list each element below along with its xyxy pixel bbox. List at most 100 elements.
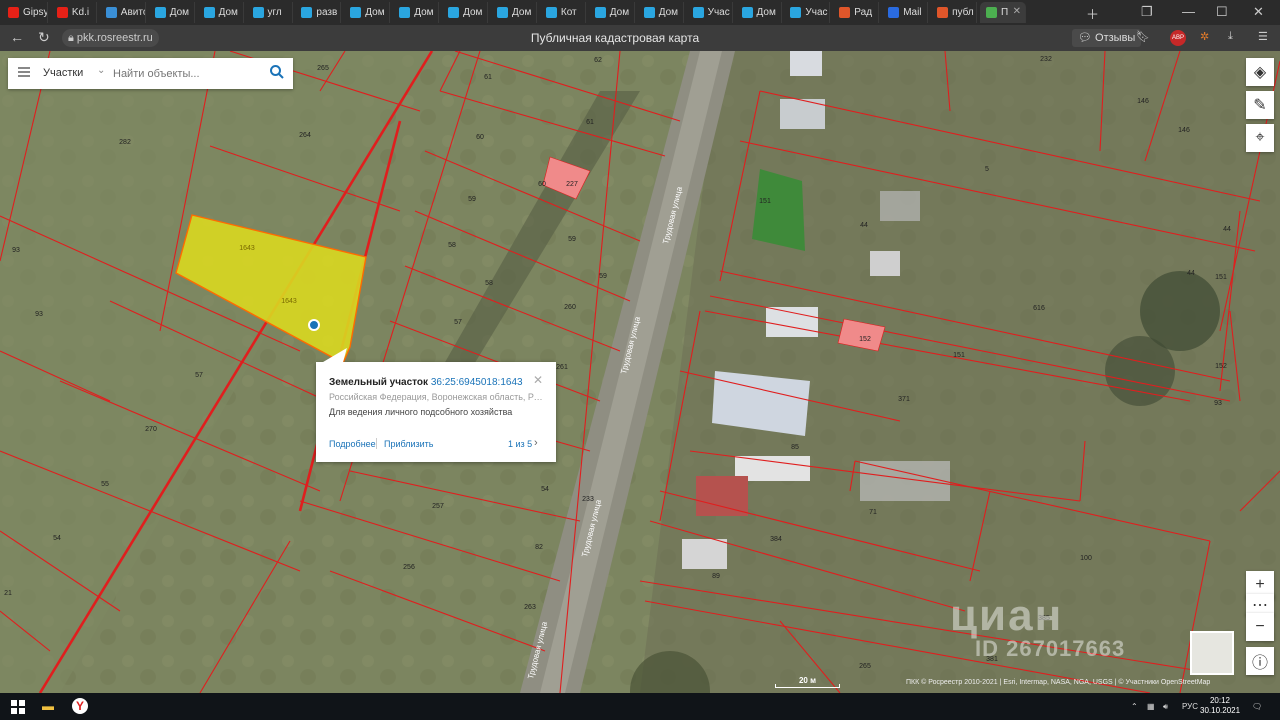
plot-number-label: 152	[1215, 363, 1227, 370]
volume-icon[interactable]: 🔊︎	[1163, 702, 1168, 712]
close-window-icon[interactable]: ✕	[1253, 4, 1264, 20]
new-tab-icon[interactable]: ＋	[1086, 4, 1099, 23]
plot-number-label: 85	[791, 444, 799, 451]
hamburger-menu-icon[interactable]	[18, 67, 30, 77]
tab-favicon-icon	[350, 7, 362, 18]
browser-tab[interactable]: Дом	[198, 2, 244, 23]
browser-tab[interactable]: Дом	[149, 2, 195, 23]
browser-tab[interactable]: Кот	[540, 2, 586, 23]
reviews-label: Отзывы	[1095, 32, 1136, 44]
menu-icon[interactable]: ☰	[1258, 30, 1268, 43]
yandex-browser-icon[interactable]: Y	[72, 698, 88, 714]
zoom-out-button[interactable]: −	[1246, 613, 1274, 641]
tab-favicon-icon	[252, 7, 264, 18]
plot-number-label: 82	[535, 544, 543, 551]
plot-number-label: 263	[524, 604, 536, 611]
adblock-icon[interactable]: ABP	[1170, 30, 1186, 46]
plot-number-label: 58	[448, 242, 456, 249]
plot-number-label: 1643	[239, 245, 255, 252]
plot-number-label: 384	[770, 536, 782, 543]
browser-tab[interactable]: Дом	[589, 2, 635, 23]
browser-tab[interactable]: Kd.i	[51, 2, 97, 23]
tab-favicon-icon	[56, 7, 68, 18]
plot-number-label: 264	[299, 132, 311, 139]
tab-favicon-icon	[692, 7, 704, 18]
page-title: Публичная кадастровая карта	[530, 31, 700, 45]
browser-tab[interactable]: Учас	[687, 2, 733, 23]
tab-label: Учас	[805, 7, 828, 18]
zoom-to-link[interactable]: Приблизить	[384, 439, 434, 449]
plot-number-label: 59	[568, 236, 576, 243]
info-icon[interactable]: ⓘ	[1246, 647, 1274, 675]
ruler-icon[interactable]: ✎	[1246, 91, 1274, 119]
minimap[interactable]	[1190, 631, 1234, 675]
browser-tab[interactable]: Дом	[442, 2, 489, 23]
browser-tab[interactable]: Mail	[882, 2, 929, 23]
cadastral-number-link[interactable]: 36:25:6945018:1643	[431, 377, 523, 388]
plot-number-label: 5	[985, 166, 989, 173]
clock[interactable]: 20:12 30.10.2021	[1200, 696, 1240, 716]
plot-number-label: 61	[484, 74, 492, 81]
browser-tab[interactable]: Авито	[100, 2, 146, 23]
browser-tab[interactable]: разв	[295, 2, 342, 23]
popup-title-text: Земельный участок	[329, 377, 429, 388]
layer-select[interactable]: Участки	[43, 67, 83, 79]
tab-favicon-icon	[399, 7, 411, 18]
plot-number-label: 261	[556, 364, 568, 371]
tab-favicon-icon	[497, 7, 508, 18]
popup-title: Земельный участок 36:25:6945018:1643	[329, 377, 523, 388]
plot-number-label: 151	[759, 198, 771, 205]
tab-favicon-icon	[986, 7, 997, 18]
locate-icon[interactable]: ⌖	[1246, 124, 1274, 152]
plot-number-label: 265	[317, 65, 329, 72]
tab-favicon-icon	[8, 7, 19, 18]
map-canvas[interactable]: 2656162282264 6061227605993 16431643585959…	[0, 51, 1280, 693]
maximize-icon[interactable]: ☐	[1216, 4, 1228, 20]
browser-tab[interactable]: Рад	[833, 2, 880, 23]
plot-number-label: 146	[1178, 127, 1190, 134]
plot-number-label: 256	[403, 564, 415, 571]
tab-favicon-icon	[937, 7, 949, 18]
plot-number-label: 282	[119, 139, 131, 146]
tab-label: Дом	[756, 7, 776, 18]
browser-tab[interactable]: Дом	[491, 2, 537, 23]
browser-tab[interactable]: Gipsy	[2, 2, 48, 23]
tab-close-icon[interactable]: ✕	[1013, 6, 1021, 17]
minimize-icon[interactable]: —	[1182, 4, 1195, 19]
network-icon[interactable]: ▦	[1147, 702, 1155, 711]
cadastral-map[interactable]: 265 61 62 282 264 60 61 227 60 59 93 1643 1643 58 59 59…	[0, 51, 1280, 693]
file-explorer-icon[interactable]: ▬	[38, 697, 58, 715]
chevron-right-icon[interactable]: ›	[534, 437, 538, 449]
browser-tab[interactable]: П ✕	[980, 2, 1026, 23]
search-input[interactable]	[113, 64, 263, 83]
downloads-icon[interactable]: ⤓	[1228, 30, 1233, 43]
collections-icon[interactable]: ❐	[1141, 4, 1153, 20]
browser-tab[interactable]: Дом	[344, 2, 391, 23]
tray-chevron-icon[interactable]: ⌃	[1131, 702, 1138, 711]
plot-number-label: 270	[145, 426, 157, 433]
browser-tab[interactable]: Дом	[393, 2, 440, 23]
tab-favicon-icon	[545, 7, 557, 18]
close-icon[interactable]: ✕	[533, 373, 543, 387]
plot-number-label: 71	[869, 509, 877, 516]
layers-icon[interactable]: ◈	[1246, 58, 1274, 86]
plot-number-label: 233	[582, 496, 594, 503]
windows-start-icon[interactable]	[11, 700, 25, 714]
plot-number-label: 58	[485, 280, 493, 287]
browser-tab[interactable]: Дом	[638, 2, 684, 23]
browser-tab[interactable]: публ	[931, 2, 978, 23]
chevron-down-icon[interactable]: ⌄	[97, 65, 105, 76]
browser-tab[interactable]: Дом	[736, 2, 782, 23]
browser-tab[interactable]: угл	[247, 2, 293, 23]
bookmark-icon[interactable]: 🔖︎	[1136, 30, 1150, 43]
plot-number-label: 57	[195, 372, 203, 379]
extension-icon[interactable]: ✲	[1200, 30, 1209, 43]
plot-number-label: 55	[101, 481, 109, 488]
plot-number-label: 257	[432, 503, 444, 510]
browser-tab[interactable]: Учас	[784, 2, 831, 23]
reviews-button[interactable]: 💬︎ Отзывы	[1072, 29, 1142, 47]
details-link[interactable]: Подробнее	[329, 439, 376, 449]
plot-number-label: 616	[1033, 305, 1045, 312]
notifications-icon[interactable]: 🗨︎	[1252, 702, 1262, 711]
language-indicator[interactable]: РУС	[1182, 702, 1198, 711]
